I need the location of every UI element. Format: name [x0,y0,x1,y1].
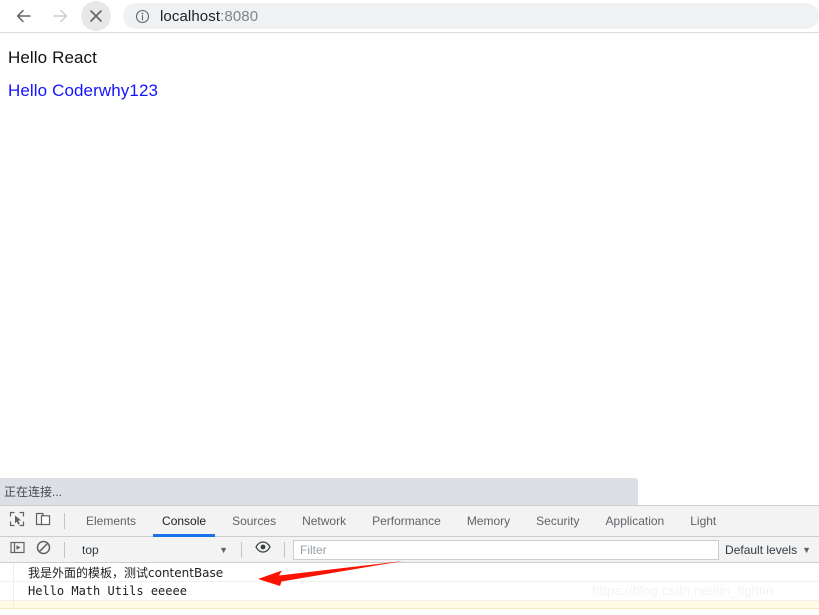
log-levels-select[interactable]: Default levels ▼ [725,543,819,557]
back-button[interactable] [9,1,39,31]
toolbar-divider [64,513,65,529]
console-sidebar-button[interactable] [4,537,30,563]
execution-context-select[interactable]: top ▼ [73,540,233,560]
console-filter-input[interactable]: Filter [293,539,720,560]
devtools-tabbar: Elements Console Sources Network Perform… [0,506,819,537]
tab-network-label: Network [302,514,347,528]
chevron-down-icon: ▼ [219,544,228,555]
console-filter-placeholder: Filter [300,542,327,557]
console-message-row[interactable]: 我是外面的模板，测试contentBase [0,563,819,582]
page-link-line: Hello Coderwhy123 [0,68,819,101]
console-message-text: Hello Math Utils eeeee [28,584,187,598]
url-host: localhost [160,7,221,25]
tab-elements-label: Elements [86,514,137,528]
tab-application-label: Application [605,514,665,528]
clear-console-icon [36,540,51,560]
tab-sources-label: Sources [232,514,277,528]
stop-loading-button[interactable] [81,1,111,31]
page-viewport: Hello React Hello Coderwhy123 [0,34,819,478]
tab-security[interactable]: Security [523,506,592,537]
console-message-text: 我是外面的模板，测试contentBase [28,565,224,580]
arrow-left-icon [14,6,34,26]
address-bar[interactable]: localhost:8080 [123,3,819,29]
device-toolbar-icon [35,511,51,532]
tab-lighthouse-label: Light [690,514,717,528]
page-title: Hello React [8,48,97,67]
console-toolbar-divider-2 [241,541,242,558]
clear-console-button[interactable] [30,537,56,563]
tab-application[interactable]: Application [593,506,678,537]
close-x-icon [87,7,105,25]
tab-performance-label: Performance [372,514,441,528]
tab-security-label: Security [536,514,580,528]
tab-network[interactable]: Network [289,506,359,537]
url-port: :8080 [220,7,259,25]
devtools-panel: Elements Console Sources Network Perform… [0,505,819,615]
tab-console[interactable]: Console [149,506,219,537]
tab-memory[interactable]: Memory [454,506,523,537]
tab-memory-label: Memory [466,514,511,528]
coderwhy-link[interactable]: Hello Coderwhy123 [8,81,158,100]
live-expression-eye-icon [255,539,271,560]
console-toolbar-divider-3 [284,541,285,558]
tab-sources[interactable]: Sources [219,506,289,537]
execution-context-value: top [82,542,99,557]
arrow-right-icon [50,6,70,26]
address-bar-url: localhost:8080 [160,8,258,25]
tab-console-label: Console [162,514,207,528]
console-output[interactable]: 我是外面的模板，测试contentBase Hello Math Utils e… [0,563,819,614]
tab-elements[interactable]: Elements [73,506,149,537]
log-levels-value: Default levels [725,542,798,557]
console-toolbar-divider-1 [64,541,65,558]
console-warning-row[interactable] [0,601,819,609]
device-toolbar-button[interactable] [30,508,56,534]
console-toolbar: top ▼ Filter Default levels ▼ [0,537,819,563]
console-message-row[interactable]: Hello Math Utils eeeee [0,582,819,601]
status-text: 正在连接... [4,485,63,499]
tab-performance[interactable]: Performance [359,506,454,537]
forward-button[interactable] [45,1,75,31]
status-bubble: 正在连接... [0,478,638,505]
console-sidebar-icon [9,540,25,560]
info-circle-icon[interactable] [134,8,150,24]
live-expression-button[interactable] [250,537,276,563]
inspect-element-button[interactable] [4,508,30,534]
browser-toolbar: localhost:8080 [0,0,819,33]
inspect-element-icon [9,511,25,532]
chevron-down-icon: ▼ [802,544,811,555]
tab-lighthouse[interactable]: Light [677,506,729,537]
